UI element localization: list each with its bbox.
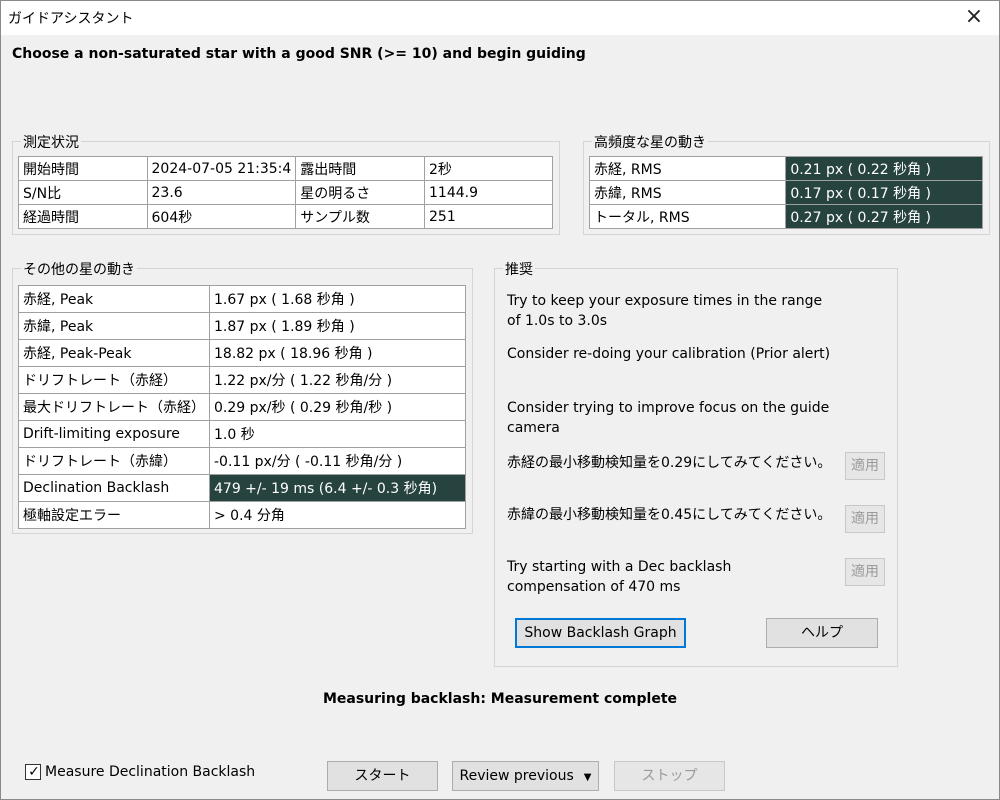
recommendation-text: Consider trying to improve focus on the … [507, 400, 830, 436]
table-row: Drift-limiting exposure 1.0 秒 [18, 420, 466, 448]
table-cell: Drift-limiting exposure [18, 420, 210, 448]
close-icon[interactable]: × [960, 3, 988, 31]
recommendation-text: Try to keep your exposure times in the r… [507, 293, 823, 329]
measure-backlash-checkbox-row[interactable]: ✓ Measure Declination Backlash [25, 764, 255, 780]
table-cell: 0.17 px ( 0.17 秒角 ) [785, 180, 983, 205]
table-cell: 251 [424, 204, 553, 229]
table-row: 赤経, Peak-Peak 18.82 px ( 18.96 秒角 ) [18, 339, 466, 367]
window-title: ガイドアシスタント [8, 11, 134, 27]
table-cell: 星の明るさ [295, 180, 425, 205]
table-cell: ドリフトレート（赤緯） [18, 447, 210, 475]
status-text: Measuring backlash: Measurement complete [322, 691, 678, 707]
table-cell: -0.11 px/分 ( -0.11 秒角/分 ) [209, 447, 466, 475]
table-cell: 0.21 px ( 0.22 秒角 ) [785, 156, 983, 181]
review-previous-dropdown[interactable]: Review previous ▼ [452, 761, 599, 791]
table-row: 極軸設定エラー > 0.4 分角 [18, 501, 466, 529]
checkmark-icon: ✓ [28, 764, 40, 780]
table-row: 開始時間 2024-07-05 21:35:4 露出時間 2秒 [18, 156, 553, 181]
table-cell: 18.82 px ( 18.96 秒角 ) [209, 339, 466, 367]
chevron-down-icon: ▼ [583, 772, 592, 783]
table-cell: 0.29 px/秒 ( 0.29 秒角/秒 ) [209, 393, 466, 421]
table-cell: サンプル数 [295, 204, 425, 229]
table-row: 赤緯, Peak 1.87 px ( 1.89 秒角 ) [18, 312, 466, 340]
table-cell: 0.27 px ( 0.27 秒角 ) [785, 204, 983, 229]
table-cell: 露出時間 [295, 156, 425, 181]
table-cell: 極軸設定エラー [18, 501, 210, 529]
measurement-table: 開始時間 2024-07-05 21:35:4 露出時間 2秒 S/N比 23.… [18, 156, 553, 229]
table-cell: 赤緯, RMS [588, 180, 787, 205]
table-cell: 赤経, Peak [18, 285, 210, 313]
table-cell: S/N比 [18, 180, 148, 205]
table-row: Declination Backlash 479 +/- 19 ms (6.4 +… [18, 474, 466, 502]
table-row: ドリフトレート（赤緯） -0.11 px/分 ( -0.11 秒角/分 ) [18, 447, 466, 475]
high-frequency-table: 赤経, RMS 0.21 px ( 0.22 秒角 ) 赤緯, RMS 0.17… [588, 156, 983, 229]
table-cell: 赤緯, Peak [18, 312, 210, 340]
table-cell: 479 +/- 19 ms (6.4 +/- 0.3 秒角) [209, 474, 466, 502]
table-cell: 2秒 [424, 156, 553, 181]
table-cell: 開始時間 [18, 156, 148, 181]
table-cell: 604秒 [146, 204, 297, 229]
table-row: ドリフトレート（赤経） 1.22 px/分 ( 1.22 秒角/分 ) [18, 366, 466, 394]
table-cell: 赤経, RMS [588, 156, 787, 181]
review-previous-label: Review previous [459, 768, 574, 784]
recommendation-text: Consider re-doing your calibration (Prio… [507, 346, 831, 362]
high-frequency-title: 高頻度な星の動き [592, 132, 708, 152]
table-cell: 赤経, Peak-Peak [18, 339, 210, 367]
measure-backlash-label: Measure Declination Backlash [45, 764, 256, 780]
recommendation-text: Try starting with a Dec backlash compens… [507, 559, 732, 595]
recommendation-text: 赤緯の最小移動検知量を0.45にしてみてください。 [507, 507, 832, 523]
table-cell: 2024-07-05 21:35:4 [146, 156, 297, 181]
instruction-text: Choose a non-saturated star with a good … [12, 46, 586, 62]
table-row: 赤経, Peak 1.67 px ( 1.68 秒角 ) [18, 285, 466, 313]
table-row: 赤経, RMS 0.21 px ( 0.22 秒角 ) [588, 156, 983, 181]
table-row: 最大ドリフトレート（赤経） 0.29 px/秒 ( 0.29 秒角/秒 ) [18, 393, 466, 421]
recommendation-text: 赤経の最小移動検知量を0.29にしてみてください。 [507, 455, 832, 471]
table-cell: 1.0 秒 [209, 420, 466, 448]
start-button[interactable]: スタート [327, 761, 438, 791]
other-motion-title: その他の星の動き [21, 259, 137, 279]
stop-button[interactable]: ストップ [614, 761, 725, 791]
recommendations-title: 推奨 [503, 259, 535, 279]
table-row: 経過時間 604秒 サンプル数 251 [18, 204, 553, 229]
table-cell: 1144.9 [424, 180, 553, 205]
show-backlash-graph-button[interactable]: Show Backlash Graph [515, 618, 686, 648]
table-cell: 1.22 px/分 ( 1.22 秒角/分 ) [209, 366, 466, 394]
help-button[interactable]: ヘルプ [766, 618, 878, 648]
table-cell: ドリフトレート（赤経） [18, 366, 210, 394]
apply-backlash-button[interactable]: 適用 [845, 558, 885, 586]
table-cell: 最大ドリフトレート（赤経） [18, 393, 210, 421]
table-row: S/N比 23.6 星の明るさ 1144.9 [18, 180, 553, 205]
title-bar: ガイドアシスタント × [0, 0, 1000, 35]
table-cell: Declination Backlash [18, 474, 210, 502]
table-cell: > 0.4 分角 [209, 501, 466, 529]
measure-backlash-checkbox[interactable]: ✓ [25, 764, 41, 780]
apply-dec-button[interactable]: 適用 [845, 505, 885, 533]
table-cell: 1.67 px ( 1.68 秒角 ) [209, 285, 466, 313]
apply-ra-button[interactable]: 適用 [845, 452, 885, 480]
table-cell: 経過時間 [18, 204, 148, 229]
table-cell: 1.87 px ( 1.89 秒角 ) [209, 312, 466, 340]
table-row: トータル, RMS 0.27 px ( 0.27 秒角 ) [588, 204, 983, 229]
table-cell: 23.6 [146, 180, 297, 205]
table-cell: トータル, RMS [588, 204, 787, 229]
measurement-status-title: 測定状況 [21, 132, 81, 152]
other-motion-table: 赤経, Peak 1.67 px ( 1.68 秒角 ) 赤緯, Peak 1.… [18, 285, 466, 529]
table-row: 赤緯, RMS 0.17 px ( 0.17 秒角 ) [588, 180, 983, 205]
